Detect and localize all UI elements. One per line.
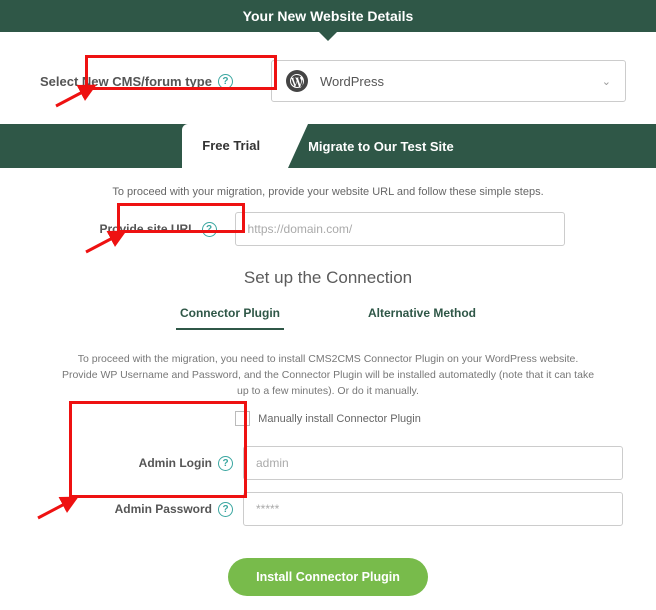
manual-install-label: Manually install Connector Plugin — [258, 413, 421, 425]
install-connector-button[interactable]: Install Connector Plugin — [228, 558, 428, 596]
tab-free-trial[interactable]: Free Trial — [182, 124, 288, 168]
admin-login-input[interactable] — [243, 446, 623, 480]
connector-description: To proceed with the migration, you need … — [0, 336, 656, 411]
help-icon[interactable]: ? — [218, 502, 233, 517]
tab-migrate-test-site[interactable]: Migrate to Our Test Site — [288, 124, 474, 168]
url-input[interactable] — [235, 212, 565, 246]
method-tab-alternative[interactable]: Alternative Method — [364, 298, 480, 330]
method-tab-connector[interactable]: Connector Plugin — [176, 298, 284, 330]
admin-login-row: Admin Login ? — [0, 440, 656, 486]
admin-login-label: Admin Login ? — [33, 456, 233, 471]
header-title: Your New Website Details — [243, 8, 414, 24]
cms-select[interactable]: WordPress ⌄ — [271, 60, 626, 102]
admin-password-label: Admin Password ? — [33, 502, 233, 517]
cms-selected-name: WordPress — [320, 74, 602, 89]
wordpress-icon — [286, 70, 308, 92]
url-label: Provide site URL ? — [91, 216, 224, 243]
main-tabs: Free Trial Migrate to Our Test Site — [0, 124, 656, 168]
instruction-text: To proceed with your migration, provide … — [0, 168, 656, 212]
url-label-text: Provide site URL — [99, 222, 195, 236]
cms-label-text: Select New CMS/forum type — [40, 74, 212, 89]
chevron-down-icon: ⌄ — [602, 75, 611, 88]
method-tabs: Connector Plugin Alternative Method — [0, 298, 656, 336]
setup-heading: Set up the Connection — [0, 262, 656, 298]
manual-install-checkbox[interactable] — [235, 411, 250, 426]
help-icon[interactable]: ? — [218, 456, 233, 471]
cms-label: Select New CMS/forum type ? — [30, 68, 241, 95]
header-notch — [318, 31, 338, 41]
url-row: Provide site URL ? — [0, 212, 656, 262]
header-bar: Your New Website Details — [0, 0, 656, 32]
cms-row: Select New CMS/forum type ? WordPress ⌄ — [0, 32, 656, 124]
admin-password-input[interactable] — [243, 492, 623, 526]
help-icon[interactable]: ? — [218, 74, 233, 89]
admin-password-row: Admin Password ? — [0, 486, 656, 532]
help-icon[interactable]: ? — [202, 222, 217, 237]
manual-install-row: Manually install Connector Plugin — [0, 411, 656, 440]
install-button-row: Install Connector Plugin — [0, 532, 656, 610]
